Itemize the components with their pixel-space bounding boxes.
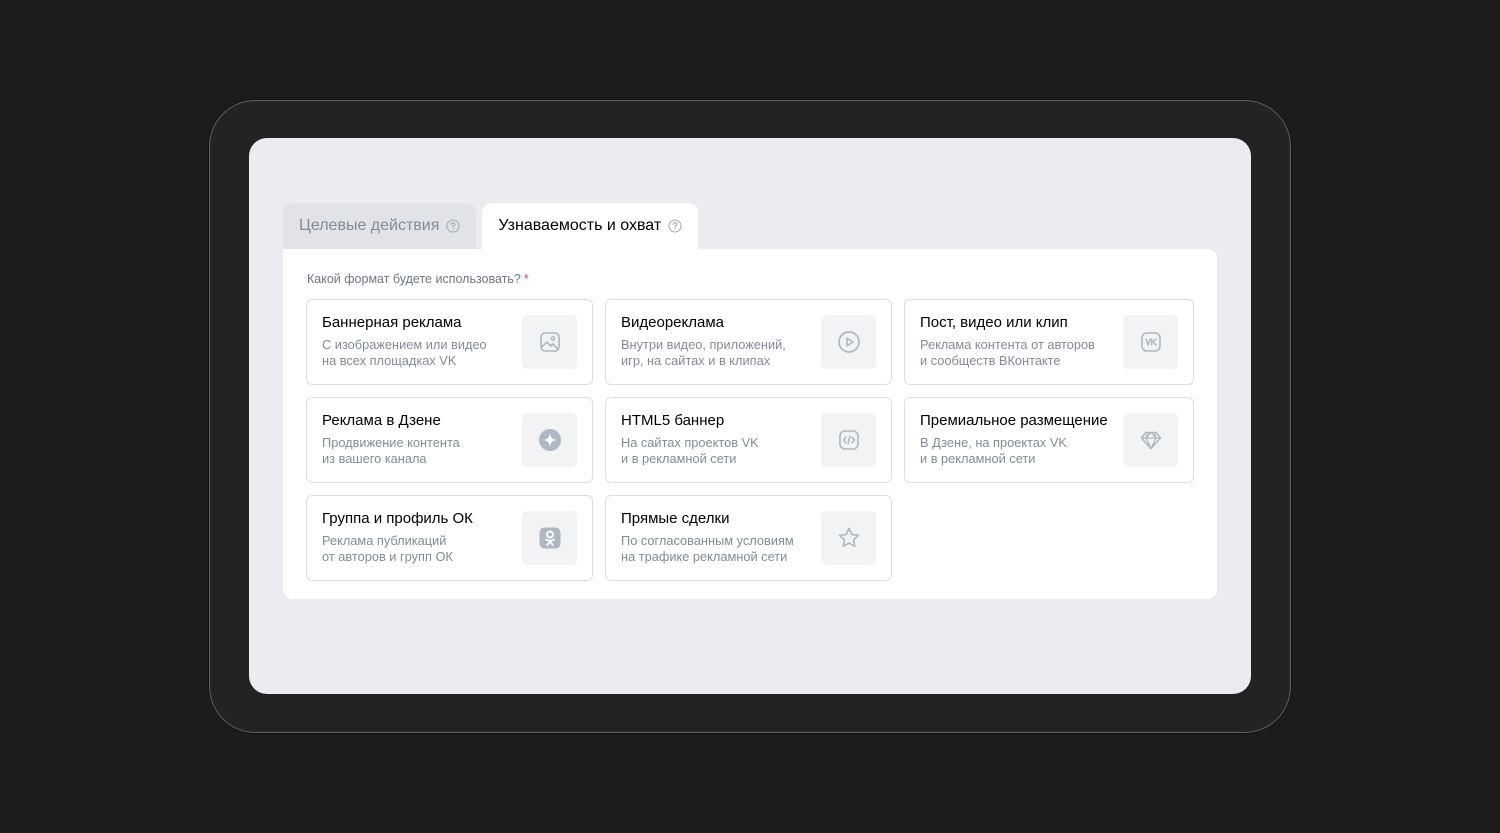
question-label: Какой формат будете использовать? [307,272,521,286]
format-desc-line: от авторов и групп ОК [322,549,453,564]
play-circle-icon [821,315,876,369]
format-description: В Дзене, на проектах VK и в рекламной се… [920,435,1110,467]
format-description: Продвижение контента из вашего канала [322,435,512,467]
format-desc-line: на всех площадках VK [322,353,457,368]
format-card-dzen[interactable]: Реклама в Дзене Продвижение контента из … [306,397,593,483]
format-description: По согласованным условиям на трафике рек… [621,533,811,565]
format-desc-line: С изображением или видео [322,337,487,352]
tab-label: Узнаваемость и охват [498,217,662,234]
format-question: Какой формат будете использовать? * [307,272,529,286]
format-panel: Какой формат будете использовать? * Банне… [283,249,1217,599]
format-desc-line: и сообществ ВКонтакте [920,353,1061,368]
required-mark: * [523,272,529,286]
format-desc-line: и в рекламной сети [920,451,1036,466]
ok-logo-icon [522,511,577,565]
format-desc-line: В Дзене, на проектах VK [920,435,1067,450]
format-card-vk-post[interactable]: Пост, видео или клип Реклама контента от… [904,299,1194,385]
format-desc-line: из вашего канала [322,451,427,466]
format-card-direct-deals[interactable]: Прямые сделки По согласованным условиям … [605,495,892,581]
format-description: Реклама публикаций от авторов и групп ОК [322,533,512,565]
format-description: Реклама контента от авторов и сообществ … [920,337,1110,369]
vk-logo-icon [1123,315,1178,369]
format-card-html5[interactable]: HTML5 баннер На сайтах проектов VK и в р… [605,397,892,483]
code-icon [821,413,876,467]
tab-label: Целевые действия [299,217,440,234]
tab-target-actions[interactable]: Целевые действия [283,203,477,249]
format-desc-line: Реклама контента от авторов [920,337,1095,352]
image-icon [522,315,577,369]
format-desc-line: Внутри видео, приложений, [621,337,786,352]
format-desc-line: На сайтах проектов VK [621,435,759,450]
format-card-premium[interactable]: Премиальное размещение В Дзене, на проек… [904,397,1194,483]
app-screen: Целевые действия Узнаваемость и охват Ка… [249,138,1251,694]
format-card-banner[interactable]: Баннерная реклама С изображением или вид… [306,299,593,385]
format-desc-line: и в рекламной сети [621,451,737,466]
format-desc-line: игр, на сайтах и в клипах [621,353,771,368]
help-circle-icon[interactable] [446,219,460,233]
format-desc-line: Реклама публикаций [322,533,447,548]
dzen-logo-icon [522,413,577,467]
format-description: С изображением или видео на всех площадк… [322,337,512,369]
format-card-ok[interactable]: Группа и профиль ОК Реклама публикаций о… [306,495,593,581]
format-description: Внутри видео, приложений, игр, на сайтах… [621,337,811,369]
format-desc-line: По согласованным условиям [621,533,794,548]
format-description: На сайтах проектов VK и в рекламной сети [621,435,811,467]
help-circle-icon[interactable] [668,219,682,233]
star-icon [821,511,876,565]
format-card-video[interactable]: Видеореклама Внутри видео, приложений, и… [605,299,892,385]
diamond-icon [1123,413,1178,467]
tab-bar: Целевые действия Узнаваемость и охват [283,203,699,249]
format-grid: Баннерная реклама С изображением или вид… [306,299,1194,581]
format-desc-line: Продвижение контента [322,435,460,450]
tab-awareness-reach[interactable]: Узнаваемость и охват [482,203,699,249]
format-desc-line: на трафике рекламной сети [621,549,788,564]
